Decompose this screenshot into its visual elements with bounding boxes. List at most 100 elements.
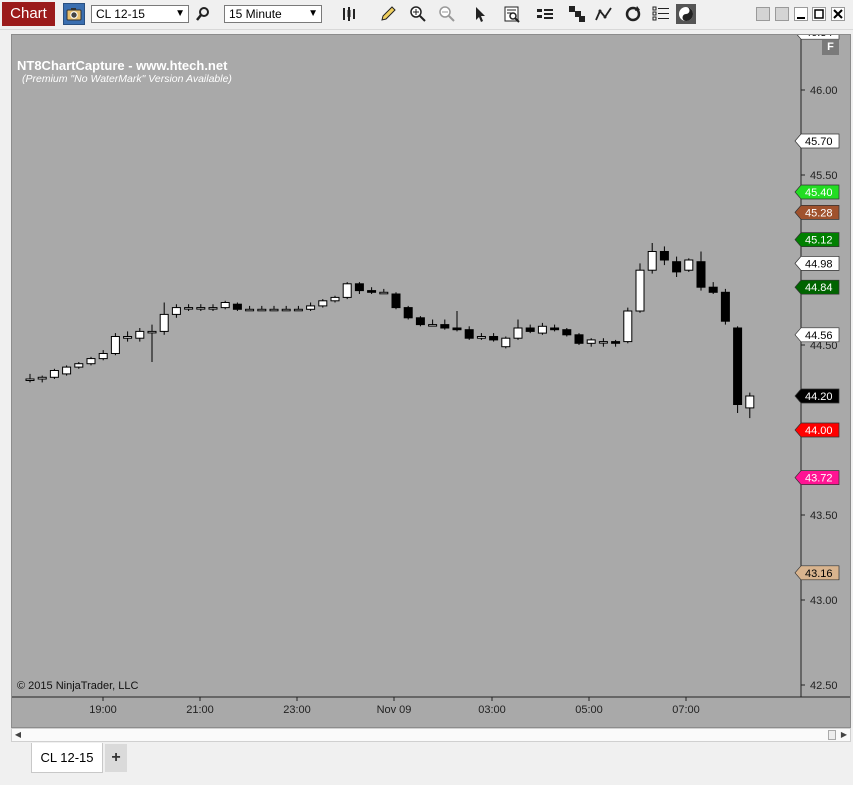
- data-box-icon[interactable]: [502, 4, 522, 24]
- candle: [464, 326, 474, 340]
- candle-body-up: [623, 310, 633, 343]
- candle-body-up: [208, 307, 218, 310]
- candle-body-down: [403, 307, 413, 319]
- candle: [550, 324, 560, 332]
- tile-icon[interactable]: [756, 7, 770, 21]
- candle-body-up: [147, 330, 157, 334]
- candle-body-up: [98, 353, 108, 360]
- tab-cl-12-15[interactable]: CL 12-15: [31, 743, 103, 773]
- scroll-left-icon[interactable]: ◀: [12, 729, 24, 741]
- search-icon[interactable]: [193, 4, 213, 24]
- price-marker-label: 45.12: [805, 235, 833, 247]
- candle: [635, 263, 645, 313]
- chart-panel[interactable]: 42.5043.0043.5044.0044.5045.0045.5046.00…: [11, 34, 851, 728]
- bar-type-icon[interactable]: [340, 4, 360, 24]
- tile-icon[interactable]: [775, 7, 789, 21]
- y-tick-label: 43.50: [810, 510, 838, 522]
- candle: [123, 331, 133, 342]
- horizontal-scrollbar[interactable]: ◀ ▶: [11, 728, 851, 742]
- price-marker-label: 44.56: [805, 330, 833, 342]
- candle: [452, 311, 462, 332]
- candle: [428, 319, 438, 327]
- candle-body-up: [62, 366, 72, 375]
- maximize-icon[interactable]: [812, 7, 826, 21]
- candle: [684, 258, 694, 272]
- candle: [208, 304, 218, 311]
- candle: [110, 333, 120, 356]
- candle-body-up: [245, 308, 255, 312]
- candle-body-up: [196, 307, 206, 310]
- chart-trader-icon[interactable]: [535, 4, 555, 24]
- add-tab-button[interactable]: +: [105, 744, 127, 772]
- candle-body-down: [415, 317, 425, 326]
- watermark-subtitle: (Premium "No WaterMark" Version Availabl…: [22, 73, 232, 85]
- scroll-thumb[interactable]: [828, 730, 836, 740]
- candle-body-up: [647, 251, 657, 271]
- candle-body-down: [354, 283, 364, 292]
- pencil-icon[interactable]: [378, 4, 398, 24]
- pointer-icon[interactable]: [470, 4, 490, 24]
- scroll-right-icon[interactable]: ▶: [838, 729, 850, 741]
- close-icon[interactable]: [831, 7, 845, 21]
- price-marker-label: 43.16: [805, 568, 833, 580]
- candle: [562, 328, 572, 337]
- candle-body-up: [74, 363, 84, 368]
- candle: [415, 316, 425, 327]
- candle: [342, 282, 352, 300]
- indicators-icon[interactable]: [594, 4, 614, 24]
- candle-body-up: [37, 376, 47, 380]
- candle: [293, 305, 303, 312]
- candle: [306, 302, 316, 311]
- yin-yang-icon[interactable]: [676, 4, 696, 24]
- instrument-selector[interactable]: CL 12-15 ▼: [91, 5, 189, 23]
- price-marker-label: 45.28: [805, 207, 833, 219]
- copyright-text: © 2015 NinjaTrader, LLC: [17, 680, 139, 692]
- price-marker-label: 45.40: [805, 187, 833, 199]
- price-marker: 43.16: [794, 565, 840, 581]
- candle: [708, 282, 718, 294]
- candle: [476, 333, 486, 340]
- reload-icon[interactable]: [623, 4, 643, 24]
- candle: [74, 362, 84, 369]
- candle: [574, 333, 584, 345]
- x-tick-label: 05:00: [575, 704, 603, 716]
- chart-menu-f-button[interactable]: F: [822, 40, 839, 55]
- candle: [220, 300, 230, 310]
- camera-icon[interactable]: [63, 3, 85, 25]
- candle: [623, 307, 633, 344]
- properties-icon[interactable]: [651, 4, 671, 24]
- chevron-down-icon: ▼: [175, 8, 185, 19]
- minimize-icon[interactable]: [794, 7, 808, 21]
- candle: [62, 365, 72, 376]
- candle: [98, 350, 108, 361]
- price-marker-label: 44.98: [805, 258, 833, 270]
- x-tick-label: 07:00: [672, 704, 700, 716]
- candle-body-up: [428, 324, 438, 327]
- candle: [733, 326, 743, 413]
- candle: [513, 319, 523, 340]
- candle-body-down: [720, 291, 730, 322]
- price-chart[interactable]: 42.5043.0043.5044.0044.5045.0045.5046.00…: [12, 35, 850, 727]
- candle: [586, 338, 596, 347]
- candle: [391, 292, 401, 310]
- interval-selector[interactable]: 15 Minute ▼: [224, 5, 322, 23]
- strategies-icon[interactable]: [567, 4, 587, 24]
- zoom-out-icon[interactable]: [437, 4, 457, 24]
- chart-menu-button[interactable]: Chart: [2, 2, 55, 26]
- zoom-in-icon[interactable]: [408, 4, 428, 24]
- candle-body-up: [684, 259, 694, 271]
- y-tick-label: 45.50: [810, 170, 838, 182]
- price-marker-label: 45.70: [805, 136, 833, 148]
- candle: [37, 375, 47, 383]
- candle-body-down: [452, 327, 462, 331]
- price-marker: 44.20: [794, 388, 840, 404]
- tab-bar: CL 12-15 +: [0, 742, 853, 785]
- interval-value: 15 Minute: [229, 7, 282, 21]
- candle-body-up: [110, 336, 120, 354]
- candle: [86, 356, 96, 366]
- instrument-value: CL 12-15: [96, 7, 145, 21]
- candle: [147, 324, 157, 362]
- candle: [525, 324, 535, 334]
- candle-body-down: [525, 327, 535, 332]
- candle-body-up: [379, 291, 389, 295]
